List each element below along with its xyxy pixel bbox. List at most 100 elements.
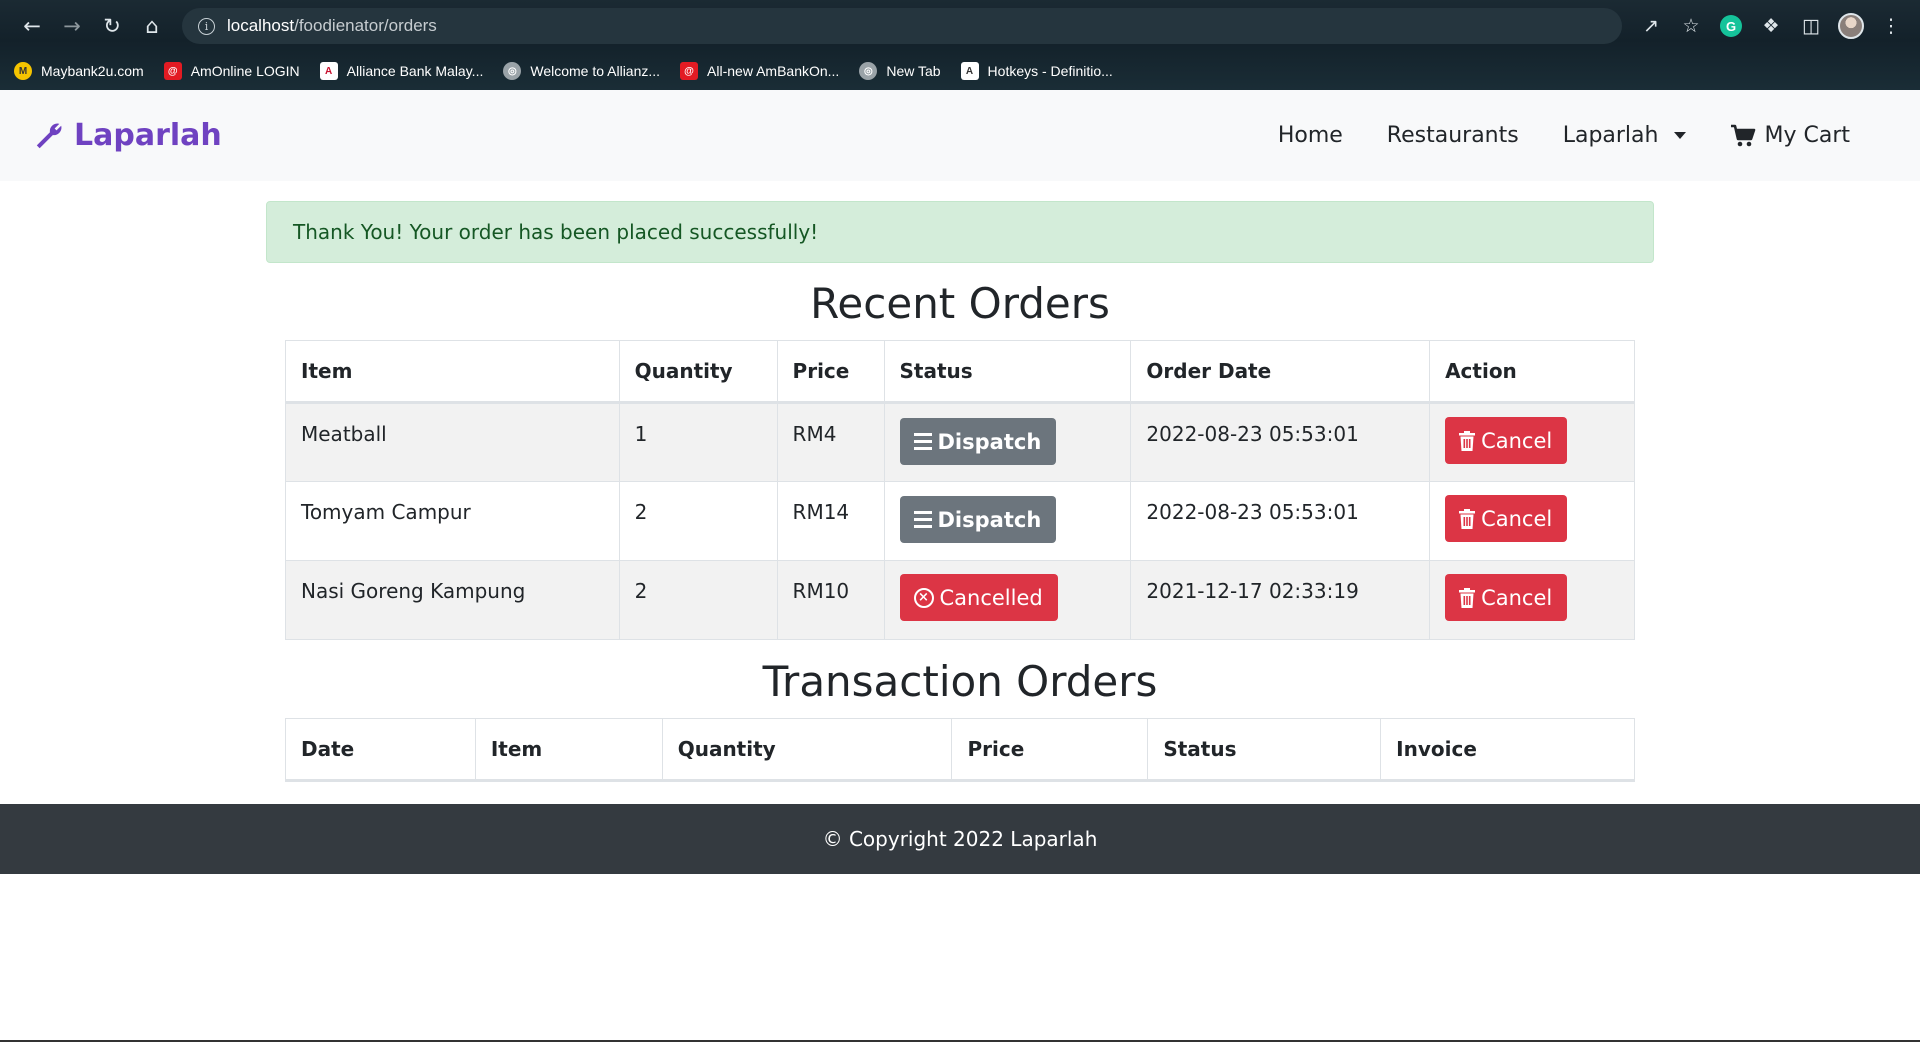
nav-laparlah-dropdown[interactable]: Laparlah <box>1563 123 1687 148</box>
maybank-icon: M <box>14 62 32 80</box>
cell-item: Meatball <box>285 402 620 482</box>
share-icon[interactable]: ↗ <box>1634 9 1668 43</box>
transaction-orders-table: Date Item Quantity Price Status Invoice <box>285 718 1635 782</box>
status-label: Dispatch <box>937 429 1042 454</box>
bookmark-label: Alliance Bank Malay... <box>346 63 484 79</box>
nav-laparlah-label: Laparlah <box>1562 123 1659 148</box>
grammarly-extension-icon[interactable]: G <box>1714 9 1748 43</box>
bookmarks-bar: M Maybank2u.com @ AmOnline LOGIN A Alliance… <box>0 52 1920 90</box>
browser-toolbar: ← → ↻ ⌂ i localhost/foodienator/orders ↗… <box>0 0 1920 52</box>
cancel-order-button[interactable]: Cancel <box>1445 417 1568 464</box>
bookmark-ambank-online[interactable]: @ All-new AmBankOn... <box>680 62 839 80</box>
back-icon[interactable]: ← <box>12 6 52 46</box>
bookmark-label: Hotkeys - Definitio... <box>987 63 1113 79</box>
table-header-row: Item Quantity Price Status Order Date Ac… <box>285 340 1635 404</box>
cell-item: Nasi Goreng Kampung <box>285 560 620 640</box>
cell-quantity: 2 <box>618 481 778 561</box>
brand-name: Laparlah <box>74 118 222 153</box>
status-label: Dispatch <box>937 507 1042 532</box>
column-header: Price <box>951 718 1149 782</box>
bookmark-new-tab[interactable]: ◎ New Tab <box>859 62 941 80</box>
bars-icon <box>913 433 932 450</box>
cell-status: × Cancelled <box>883 560 1132 640</box>
cancel-order-button[interactable]: Cancel <box>1445 574 1568 621</box>
nav-my-cart-label: My Cart <box>1764 123 1850 148</box>
bookmark-allianz[interactable]: ◎ Welcome to Allianz... <box>503 62 660 80</box>
extensions-puzzle-icon[interactable]: ❖ <box>1754 9 1788 43</box>
cancelled-status-button[interactable]: × Cancelled <box>899 574 1058 621</box>
star-icon[interactable]: ☆ <box>1674 9 1708 43</box>
cancel-label: Cancel <box>1481 428 1553 453</box>
nav-my-cart[interactable]: My Cart <box>1730 123 1850 148</box>
cancel-order-button[interactable]: Cancel <box>1445 495 1568 542</box>
cell-item: Tomyam Campur <box>285 481 620 561</box>
wrench-icon <box>36 123 62 148</box>
bookmark-alliance-bank[interactable]: A Alliance Bank Malay... <box>319 62 484 80</box>
transaction-orders-title: Transaction Orders <box>762 657 1158 706</box>
status-label: Cancelled <box>939 585 1043 610</box>
recent-orders-table: Item Quantity Price Status Order Date Ac… <box>285 340 1635 640</box>
alert-message: Thank You! Your order has been placed su… <box>293 220 819 244</box>
column-header: Order Date <box>1130 340 1431 404</box>
alliance-bank-icon: A <box>319 62 338 80</box>
column-header: Price <box>776 340 885 404</box>
trash-icon <box>1459 430 1476 451</box>
column-header: Status <box>1147 718 1382 782</box>
url-text[interactable]: localhost/foodienator/orders <box>227 16 437 36</box>
cell-action: Cancel <box>1429 560 1635 640</box>
bookmark-hotkeys[interactable]: A Hotkeys - Definitio... <box>960 62 1113 80</box>
cell-status: Dispatch <box>883 402 1132 482</box>
profile-avatar[interactable] <box>1834 9 1868 43</box>
nav-links: Home Restaurants Laparlah My Cart <box>1278 123 1850 148</box>
brand-link[interactable]: Laparlah <box>34 118 222 153</box>
table-row: Nasi Goreng Kampung 2 RM10 × Cancelled 2… <box>285 560 1635 640</box>
ambank-icon: @ <box>680 62 699 80</box>
menu-kebab-icon[interactable]: ⋮ <box>1874 9 1908 43</box>
cell-price: RM14 <box>776 481 885 561</box>
address-bar[interactable]: i localhost/foodienator/orders <box>182 8 1622 44</box>
table-header-row: Date Item Quantity Price Status Invoice <box>285 718 1635 782</box>
forward-icon[interactable]: → <box>52 6 92 46</box>
column-header: Date <box>285 718 476 782</box>
url-path: /foodienator/orders <box>294 16 437 35</box>
cell-quantity: 1 <box>618 402 778 482</box>
bookmark-label: Welcome to Allianz... <box>530 63 661 79</box>
recent-orders-title: Recent Orders <box>810 279 1110 328</box>
side-panel-icon[interactable]: ◫ <box>1794 9 1828 43</box>
trash-icon <box>1459 508 1476 529</box>
table-row: Meatball 1 RM4 Dispatch 2022-08-23 05:53… <box>285 402 1635 482</box>
bookmark-label: AmOnline LOGIN <box>190 63 300 79</box>
nav-restaurants[interactable]: Restaurants <box>1387 123 1519 148</box>
bookmark-amonline[interactable]: @ AmOnline LOGIN <box>163 62 300 80</box>
column-header: Item <box>285 340 620 404</box>
cell-order-date: 2022-08-23 05:53:01 <box>1130 402 1431 482</box>
site-navbar: Laparlah Home Restaurants Laparlah My Ca… <box>0 90 1920 181</box>
nav-home[interactable]: Home <box>1278 123 1343 148</box>
globe-icon: ◎ <box>503 62 522 80</box>
dispatch-status-button[interactable]: Dispatch <box>899 496 1057 543</box>
dispatch-status-button[interactable]: Dispatch <box>899 418 1057 465</box>
bookmark-maybank[interactable]: M Maybank2u.com <box>14 62 144 80</box>
cell-order-date: 2021-12-17 02:33:19 <box>1130 560 1431 640</box>
cell-status: Dispatch <box>883 481 1132 561</box>
browser-chrome: ← → ↻ ⌂ i localhost/foodienator/orders ↗… <box>0 0 1920 90</box>
home-icon[interactable]: ⌂ <box>132 6 172 46</box>
caret-down-icon <box>1674 132 1687 139</box>
site-info-icon[interactable]: i <box>198 17 215 35</box>
cancel-label: Cancel <box>1481 585 1553 610</box>
site-footer: © Copyright 2022 Laparlah <box>0 804 1920 874</box>
column-header: Invoice <box>1380 718 1635 782</box>
cart-icon <box>1731 124 1756 146</box>
bookmark-label: New Tab <box>886 63 941 79</box>
table-row: Tomyam Campur 2 RM14 Dispatch 2022-08-23… <box>285 481 1635 561</box>
letter-a-icon: A <box>960 62 979 80</box>
ambank-icon: @ <box>163 62 182 80</box>
column-header: Item <box>474 718 663 782</box>
cell-action: Cancel <box>1429 402 1635 482</box>
reload-icon[interactable]: ↻ <box>92 6 132 46</box>
globe-icon: ◎ <box>859 62 878 80</box>
bookmark-label: All-new AmBankOn... <box>707 63 840 79</box>
bars-icon <box>913 511 932 528</box>
column-header: Quantity <box>618 340 778 404</box>
main-content: Thank You! Your order has been placed su… <box>0 181 1920 804</box>
